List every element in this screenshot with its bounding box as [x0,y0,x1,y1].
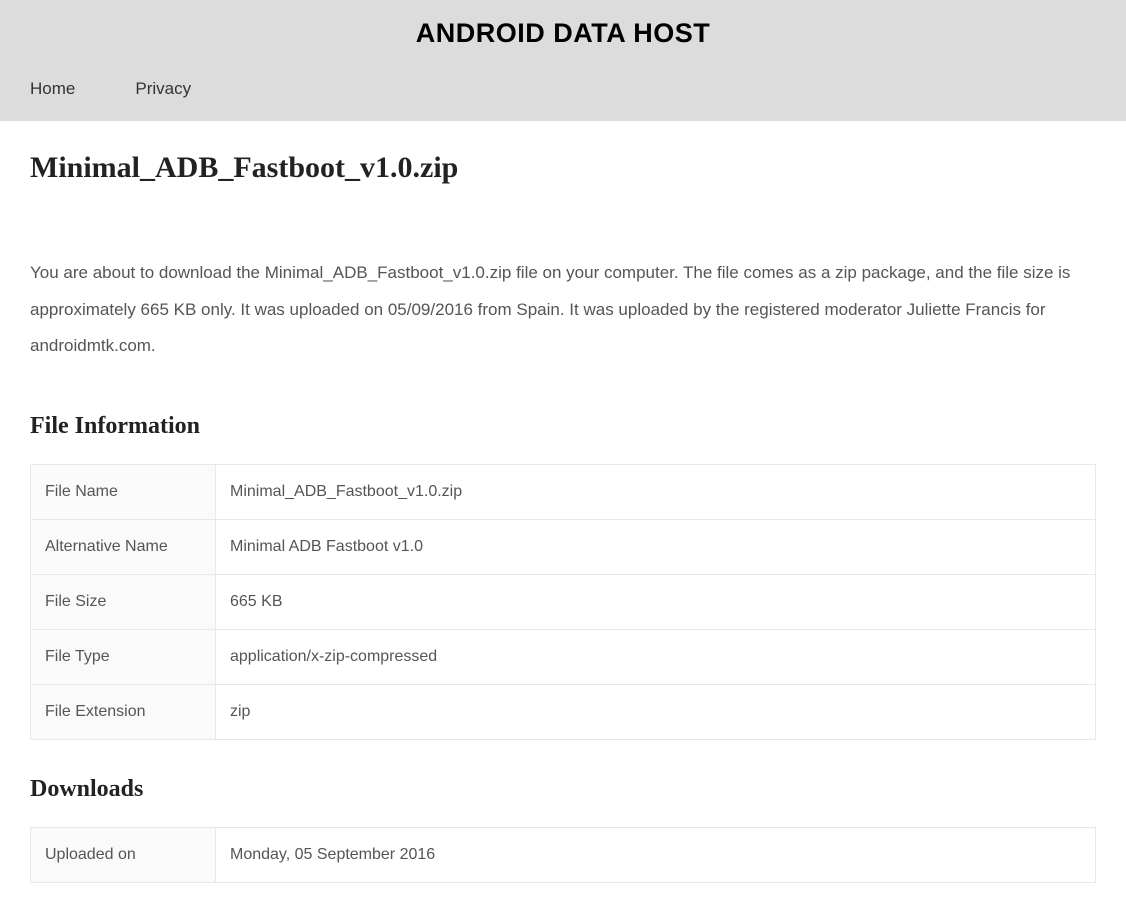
nav-home[interactable]: Home [30,79,75,99]
table-row: File Name Minimal_ADB_Fastboot_v1.0.zip [31,464,1096,519]
downloads-table: Uploaded on Monday, 05 September 2016 [30,827,1096,883]
nav-privacy[interactable]: Privacy [135,79,191,99]
uploaded-on-label: Uploaded on [31,827,216,882]
alt-name-label: Alternative Name [31,519,216,574]
uploaded-on-value: Monday, 05 September 2016 [216,827,1096,882]
main-content: Minimal_ADB_Fastboot_v1.0.zip You are ab… [0,121,1126,883]
table-row: File Size 665 KB [31,574,1096,629]
table-row: Uploaded on Monday, 05 September 2016 [31,827,1096,882]
file-name-value: Minimal_ADB_Fastboot_v1.0.zip [216,464,1096,519]
table-row: Alternative Name Minimal ADB Fastboot v1… [31,519,1096,574]
file-ext-label: File Extension [31,684,216,739]
page-description: You are about to download the Minimal_AD… [30,255,1096,365]
file-size-value: 665 KB [216,574,1096,629]
page-title: Minimal_ADB_Fastboot_v1.0.zip [30,151,1096,185]
site-title: ANDROID DATA HOST [0,0,1126,61]
table-row: File Extension zip [31,684,1096,739]
file-name-label: File Name [31,464,216,519]
file-ext-value: zip [216,684,1096,739]
table-row: File Type application/x-zip-compressed [31,629,1096,684]
file-size-label: File Size [31,574,216,629]
header: ANDROID DATA HOST Home Privacy [0,0,1126,121]
file-type-value: application/x-zip-compressed [216,629,1096,684]
file-type-label: File Type [31,629,216,684]
downloads-heading: Downloads [30,776,1096,803]
file-info-heading: File Information [30,413,1096,440]
file-info-table: File Name Minimal_ADB_Fastboot_v1.0.zip … [30,464,1096,740]
main-nav: Home Privacy [0,61,1126,121]
alt-name-value: Minimal ADB Fastboot v1.0 [216,519,1096,574]
